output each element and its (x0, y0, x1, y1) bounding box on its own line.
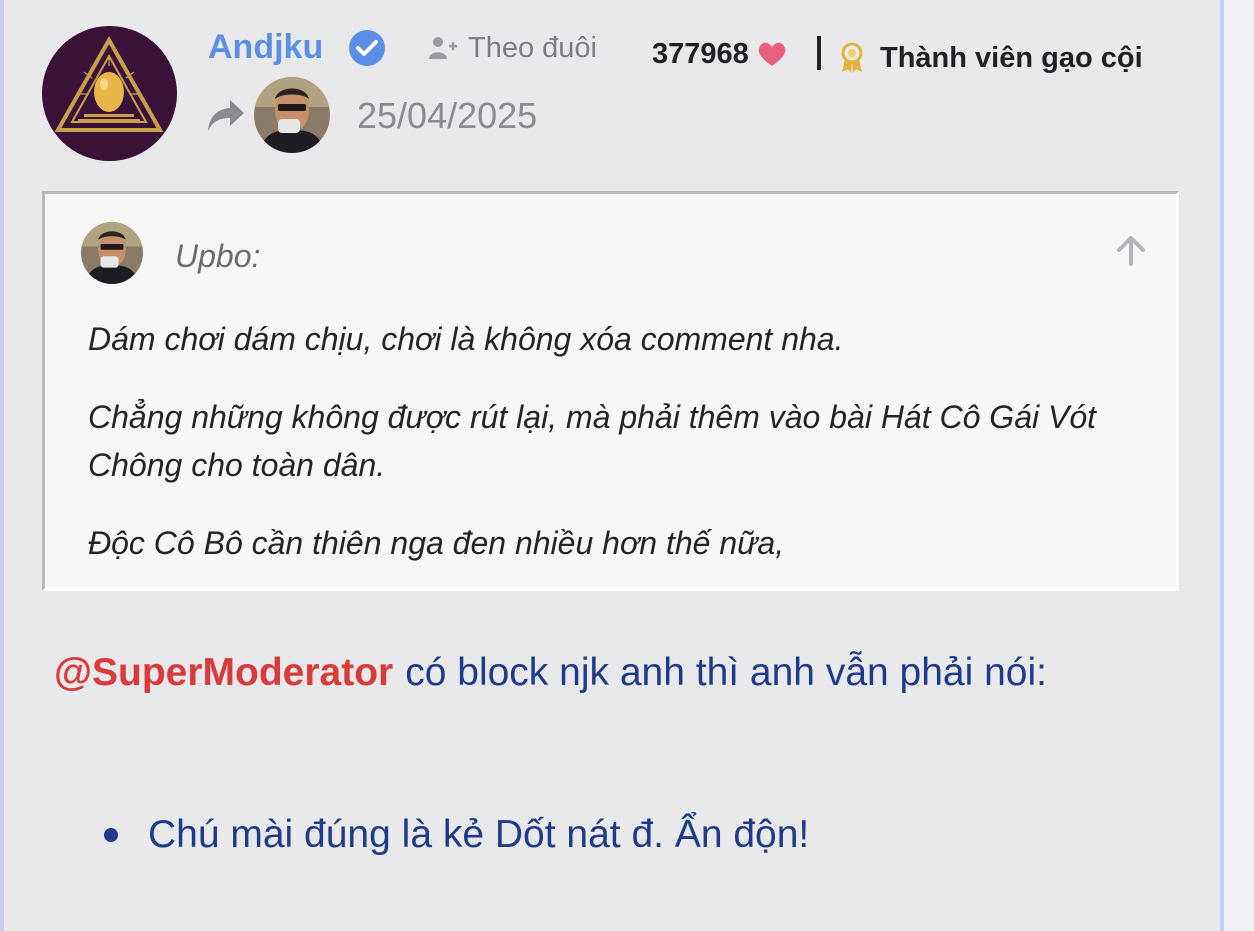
user-mention[interactable]: @SuperModerator (54, 651, 393, 694)
verified-badge-icon (349, 30, 385, 66)
award-icon (841, 42, 863, 73)
quote-line: Độc Cô Bô cần thiên nga đen nhiều hơn th… (88, 525, 785, 561)
quote-author-avatar[interactable] (81, 222, 143, 284)
list-item: Chú mài đúng là kẻ Dốt nát đ. Ẩn độn! (104, 804, 809, 866)
user-plus-icon (429, 37, 457, 59)
member-rank: Thành viên gạo cội (840, 38, 1143, 78)
author-name[interactable]: Andjku (208, 26, 323, 68)
bullet-dot (104, 828, 118, 842)
follow-button[interactable]: Theo đuôi (428, 30, 597, 66)
shared-from-avatar[interactable] (254, 77, 330, 153)
quote-author-name[interactable]: Upbo: (175, 236, 260, 276)
post-body-text: có block njk anh thì anh vẫn phải nói: (405, 651, 1048, 694)
likes-count: 377968 (652, 36, 787, 72)
right-gutter (1224, 0, 1254, 931)
left-edge (0, 0, 4, 931)
follow-label: Theo đuôi (468, 32, 597, 64)
share-icon[interactable] (206, 98, 246, 134)
rank-label: Thành viên gạo cội (880, 42, 1143, 74)
likes-value: 377968 (652, 38, 749, 70)
quote-block: Upbo: Dám chơi dám chịu, chơi là không x… (42, 191, 1179, 591)
post-body: @SuperModerator có block njk anh thì anh … (42, 642, 1162, 704)
list-item-text: Chú mài đúng là kẻ Dốt nát đ. Ẩn độn! (148, 813, 810, 856)
heart-icon (758, 42, 786, 66)
quote-line: Chẳng những không được rút lại, mà phải … (88, 399, 1097, 483)
header-divider (817, 36, 821, 70)
author-avatar[interactable] (42, 26, 177, 161)
post-date: 25/04/2025 (357, 95, 538, 136)
quote-line: Dám chơi dám chịu, chơi là không xóa com… (88, 321, 844, 357)
arrow-up-icon[interactable] (1113, 232, 1149, 268)
